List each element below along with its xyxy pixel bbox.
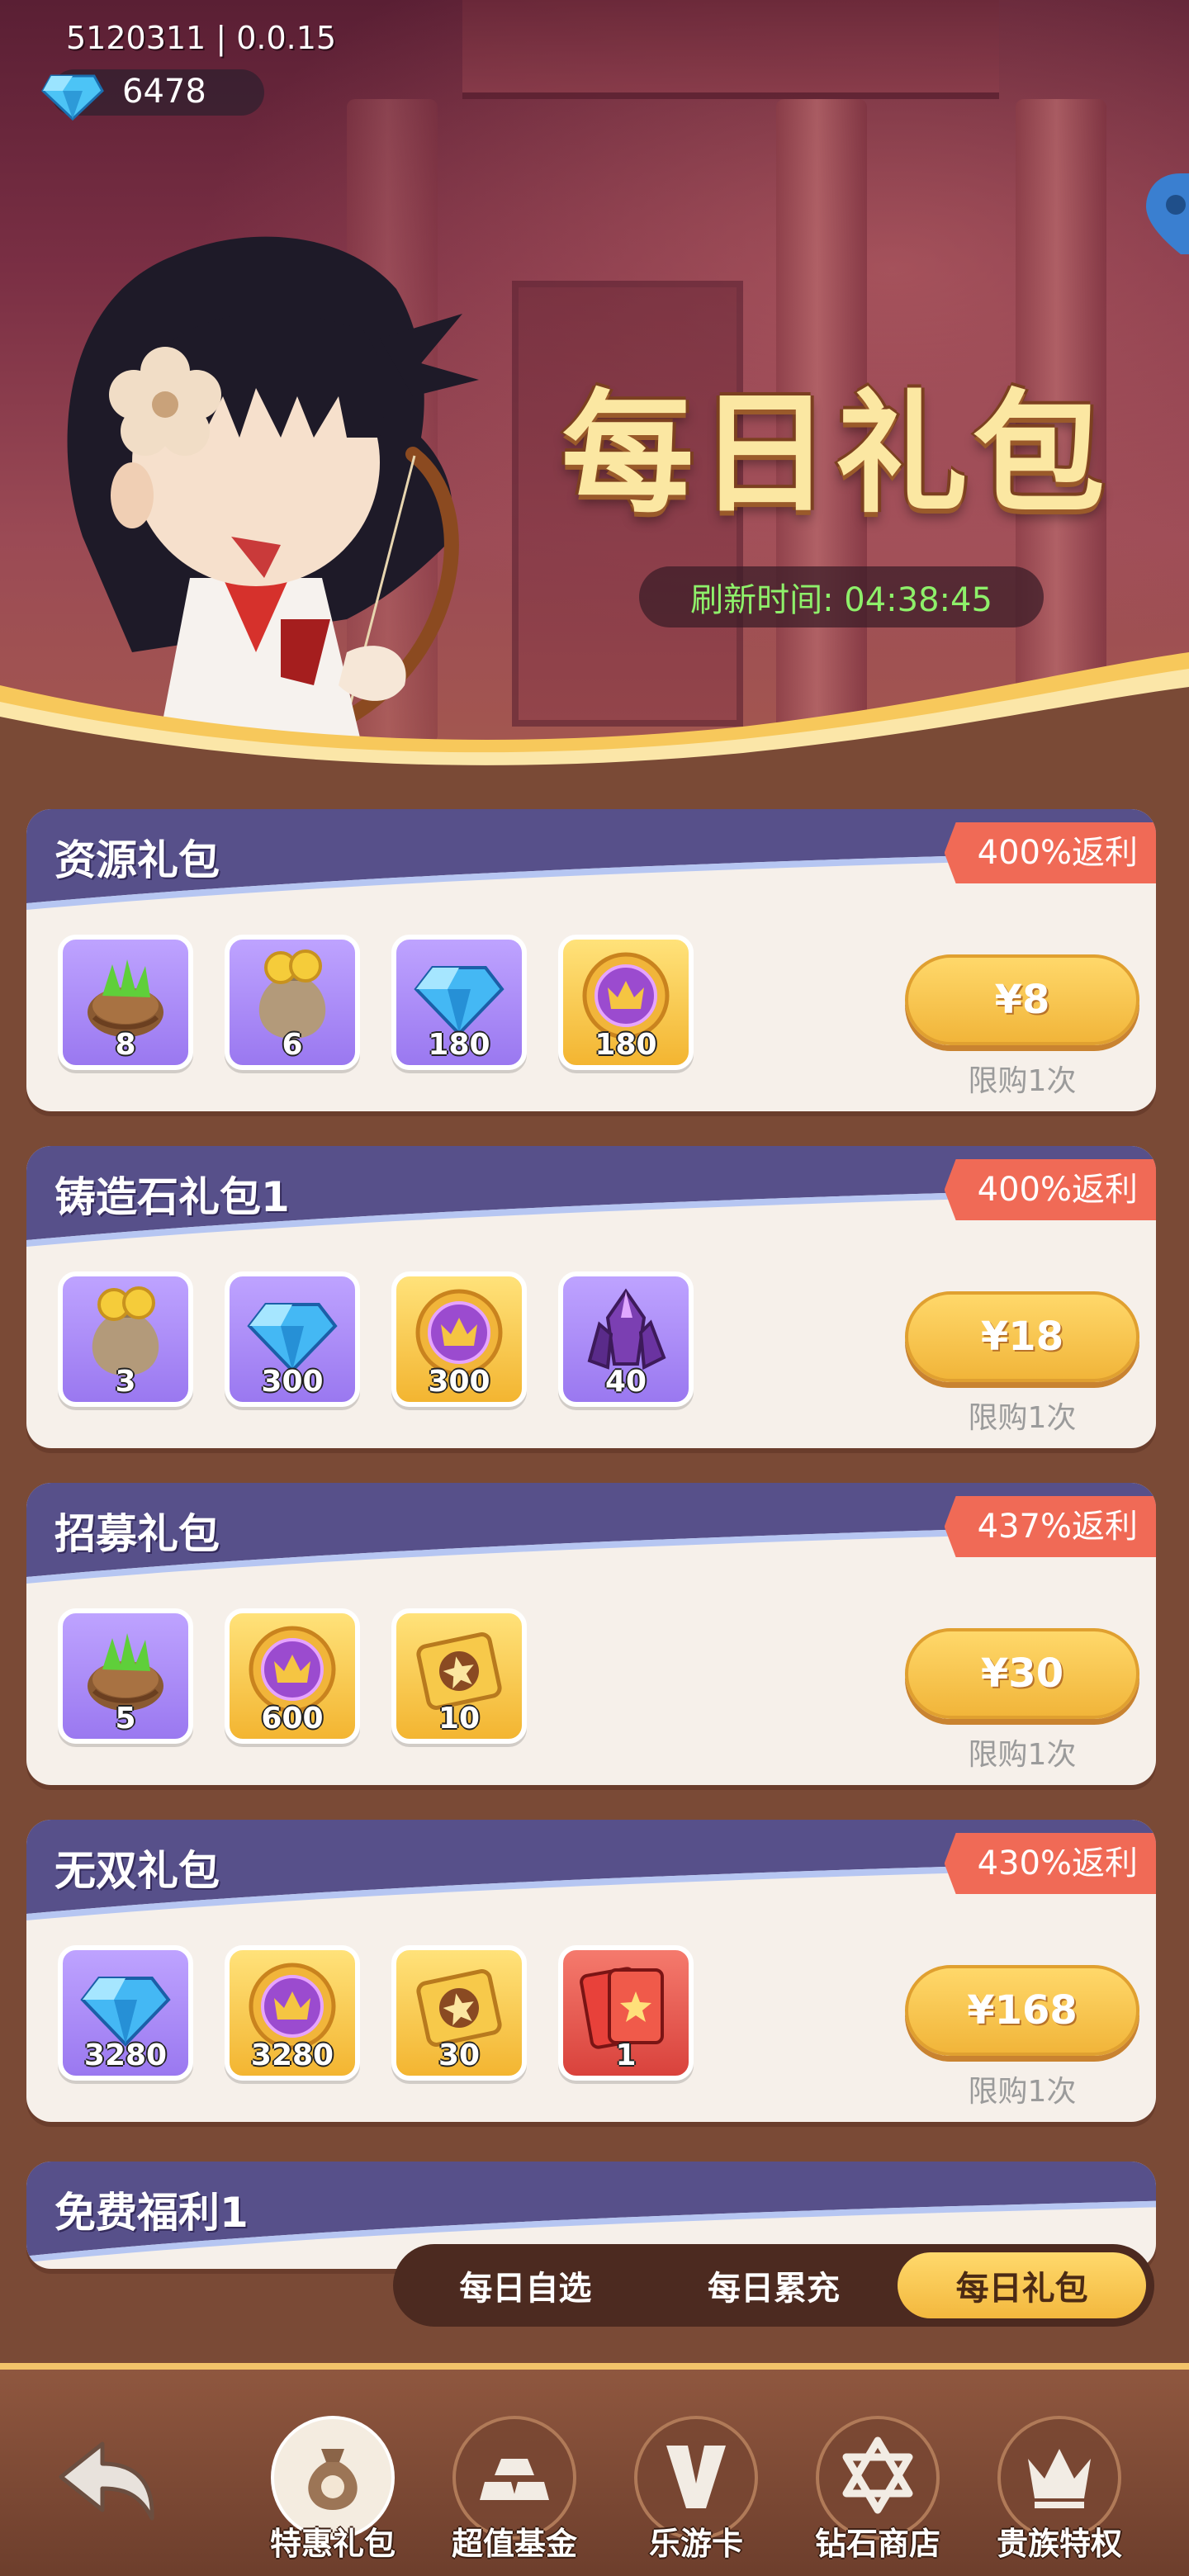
reward-quantity: 5 bbox=[115, 1702, 136, 1735]
reward-quantity: 1 bbox=[615, 2039, 637, 2072]
location-pin-icon[interactable] bbox=[1139, 157, 1189, 256]
gem-balance: 6478 bbox=[41, 69, 264, 121]
buy-button[interactable]: ¥168 bbox=[905, 1965, 1139, 2056]
reward-item[interactable]: 30 bbox=[391, 1945, 527, 2081]
pack-name: 无双礼包 bbox=[54, 1847, 220, 1895]
refresh-timer: 刷新时间: 04:38:45 bbox=[639, 566, 1044, 627]
v-badge-icon bbox=[666, 2446, 726, 2508]
reward-item[interactable]: 180 bbox=[391, 935, 527, 1070]
page-title: 每日礼包 bbox=[561, 376, 1111, 531]
reward-quantity: 300 bbox=[261, 1365, 324, 1399]
reward-quantity: 8 bbox=[115, 1028, 136, 1062]
reward-quantity: 10 bbox=[438, 1702, 481, 1735]
daily-subtabs: 每日自选 每日累充 每日礼包 bbox=[393, 2244, 1154, 2327]
subtab-daily-recharge[interactable]: 每日累充 bbox=[650, 2252, 898, 2318]
reward-item[interactable]: 300 bbox=[391, 1271, 527, 1407]
temple-arch bbox=[462, 0, 999, 99]
purchase-limit: 限购1次 bbox=[968, 1401, 1077, 1435]
reward-quantity: 30 bbox=[438, 2039, 481, 2072]
reward-item[interactable]: 6 bbox=[225, 935, 360, 1070]
nav-label: 超值基金 bbox=[451, 2526, 577, 2562]
reward-item[interactable]: 40 bbox=[558, 1271, 694, 1407]
reward-item[interactable]: 5 bbox=[58, 1608, 193, 1744]
reward-items: 8 6 180 180 bbox=[58, 935, 694, 1070]
nav-noble-privilege[interactable]: 贵族特权 bbox=[989, 2411, 1130, 2576]
nav-special-pack[interactable]: 特惠礼包 bbox=[263, 2411, 403, 2576]
nav-label: 乐游卡 bbox=[648, 2526, 743, 2562]
reward-item[interactable]: 180 bbox=[558, 935, 694, 1070]
diamond-icon bbox=[41, 74, 104, 121]
reward-items: 3 300 300 40 bbox=[58, 1271, 694, 1407]
header-banner: 5120311 | 0.0.15 6478 每日礼包 刷新时间: 04:38:4… bbox=[0, 0, 1189, 768]
gem-count: 6478 bbox=[122, 73, 206, 111]
pack-name: 招募礼包 bbox=[54, 1510, 220, 1558]
nav-leyou-card[interactable]: 乐游卡 bbox=[626, 2411, 766, 2576]
star-of-david-icon bbox=[842, 2436, 913, 2514]
reward-item[interactable]: 3 bbox=[58, 1271, 193, 1407]
nav-value-fund[interactable]: 超值基金 bbox=[444, 2411, 585, 2576]
buy-button[interactable]: ¥18 bbox=[905, 1291, 1139, 1382]
subtab-daily-pack[interactable]: 每日礼包 bbox=[898, 2252, 1147, 2318]
banner-wave bbox=[0, 652, 1189, 768]
reward-items: 5 600 10 bbox=[58, 1608, 527, 1744]
reward-quantity: 6 bbox=[282, 1028, 303, 1062]
reward-item[interactable]: 10 bbox=[391, 1608, 527, 1744]
nav-label: 钻石商店 bbox=[814, 2526, 940, 2562]
rebate-badge: 437%返利 bbox=[944, 1496, 1156, 1557]
reward-quantity: 600 bbox=[261, 1702, 324, 1735]
pack-name: 铸造石礼包1 bbox=[54, 1173, 290, 1221]
pack-card: 招募礼包 437%返利 5 600 10 ¥30 限购1次 bbox=[26, 1483, 1156, 1785]
pack-card: 铸造石礼包1 400%返利 3 300 300 40 ¥18 限购1次 bbox=[26, 1146, 1156, 1448]
back-arrow-icon[interactable] bbox=[53, 2436, 160, 2526]
buy-button[interactable]: ¥30 bbox=[905, 1628, 1139, 1719]
version-label: 5120311 | 0.0.15 bbox=[66, 20, 337, 56]
subtab-daily-choice[interactable]: 每日自选 bbox=[401, 2252, 650, 2318]
reward-quantity: 300 bbox=[428, 1365, 490, 1399]
rebate-badge: 400%返利 bbox=[944, 1159, 1156, 1220]
gold-bars-icon bbox=[480, 2459, 549, 2500]
reward-quantity: 3280 bbox=[250, 2039, 334, 2072]
reward-item[interactable]: 8 bbox=[58, 935, 193, 1070]
purchase-limit: 限购1次 bbox=[968, 1738, 1077, 1772]
reward-quantity: 180 bbox=[428, 1028, 490, 1062]
nav-label: 贵族特权 bbox=[996, 2526, 1122, 2562]
nav-label: 特惠礼包 bbox=[269, 2526, 396, 2562]
reward-item[interactable]: 1 bbox=[558, 1945, 694, 2081]
crown-icon bbox=[1028, 2449, 1091, 2508]
money-bag-icon bbox=[308, 2449, 358, 2510]
reward-item[interactable]: 3280 bbox=[225, 1945, 360, 2081]
pack-name: 免费福利1 bbox=[54, 2189, 249, 2237]
pack-card: 无双礼包 430%返利 3280 3280 30 1 ¥168 限购1次 bbox=[26, 1820, 1156, 2122]
rebate-badge: 400%返利 bbox=[944, 822, 1156, 883]
nav-diamond-shop[interactable]: 钻石商店 bbox=[808, 2411, 948, 2576]
reward-quantity: 3280 bbox=[83, 2039, 168, 2072]
reward-items: 3280 3280 30 1 bbox=[58, 1945, 694, 2081]
rebate-badge: 430%返利 bbox=[944, 1833, 1156, 1894]
buy-button[interactable]: ¥8 bbox=[905, 954, 1139, 1045]
reward-item[interactable]: 300 bbox=[225, 1271, 360, 1407]
pack-name: 资源礼包 bbox=[54, 836, 220, 884]
purchase-limit: 限购1次 bbox=[968, 1064, 1077, 1098]
reward-quantity: 180 bbox=[594, 1028, 657, 1062]
reward-quantity: 40 bbox=[604, 1365, 647, 1399]
purchase-limit: 限购1次 bbox=[968, 2075, 1077, 2109]
reward-item[interactable]: 600 bbox=[225, 1608, 360, 1744]
pack-card: 资源礼包 400%返利 8 6 180 180 ¥8 限购1次 bbox=[26, 809, 1156, 1111]
reward-item[interactable]: 3280 bbox=[58, 1945, 193, 2081]
reward-quantity: 3 bbox=[115, 1365, 136, 1399]
